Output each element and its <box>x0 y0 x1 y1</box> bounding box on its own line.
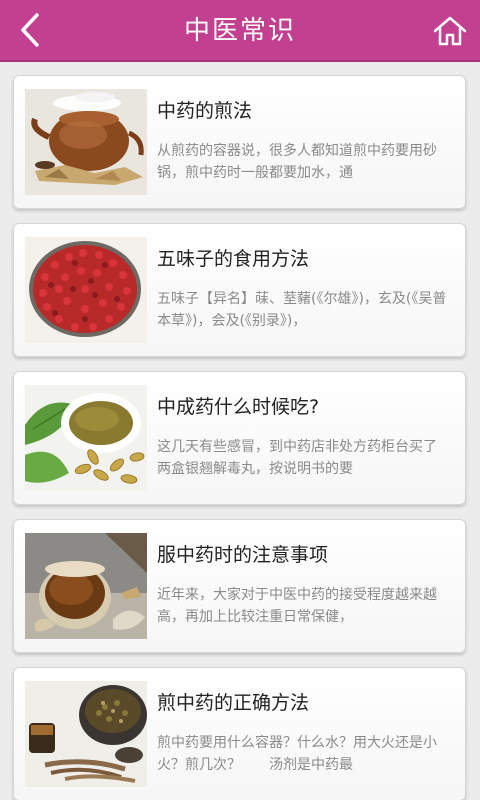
article-list[interactable]: 中药的煎法 从煎药的容器说，很多人都知道煎中药要用砂锅，煎中药时一般都要加水，通 <box>0 62 480 800</box>
article-summary: 五味子【异名】菋、荎藸(《尔雄》)，玄及(《吴普本草》)，会及(《别录》)， <box>157 291 447 329</box>
home-button[interactable] <box>428 10 472 52</box>
article-title: 中成药什么时候吃? <box>157 396 320 418</box>
article-summary: 从煎药的容器说，很多人都知道煎中药要用砂锅，煎中药时一般都要加水，通 <box>157 143 437 181</box>
article-title: 中药的煎法 <box>157 100 253 122</box>
article-thumbnail <box>25 533 147 639</box>
home-icon <box>433 16 467 46</box>
article-thumbnail <box>25 681 147 787</box>
article-title: 五味子的食用方法 <box>157 248 310 270</box>
article-summary: 这几天有些感冒，到中药店非处方药柜台买了两盒银翘解毒丸，按说明书的要 <box>157 439 437 477</box>
article-card[interactable]: 服中药时的注意事项 近年来，大家对于中医中药的接受程度越来越高，再加上比较注重日… <box>13 519 466 653</box>
article-title: 煎中药的正确方法 <box>157 692 310 714</box>
article-card[interactable]: 中药的煎法 从煎药的容器说，很多人都知道煎中药要用砂锅，煎中药时一般都要加水，通 <box>13 75 466 209</box>
article-thumbnail <box>25 385 147 491</box>
article-thumbnail <box>25 89 147 195</box>
page-title: 中医常识 <box>183 16 296 46</box>
article-title: 服中药时的注意事项 <box>157 544 329 566</box>
article-thumbnail <box>25 237 147 343</box>
article-summary: 煎中药要用什么容器？什么水？用大火还是小火？煎几次？ 汤剂是中药最 <box>157 735 437 773</box>
article-card[interactable]: 中成药什么时候吃? 这几天有些感冒，到中药店非处方药柜台买了两盒银翘解毒丸，按说… <box>13 371 466 505</box>
app-header: 中医常识 <box>0 0 480 62</box>
article-summary: 近年来，大家对于中医中药的接受程度越来越高，再加上比较注重日常保健， <box>157 587 437 625</box>
article-card[interactable]: 五味子的食用方法 五味子【异名】菋、荎藸(《尔雄》)，玄及(《吴普本草》)，会及… <box>13 223 466 357</box>
article-card[interactable]: 煎中药的正确方法 煎中药要用什么容器？什么水？用大火还是小火？煎几次？ 汤剂是中… <box>13 667 466 800</box>
